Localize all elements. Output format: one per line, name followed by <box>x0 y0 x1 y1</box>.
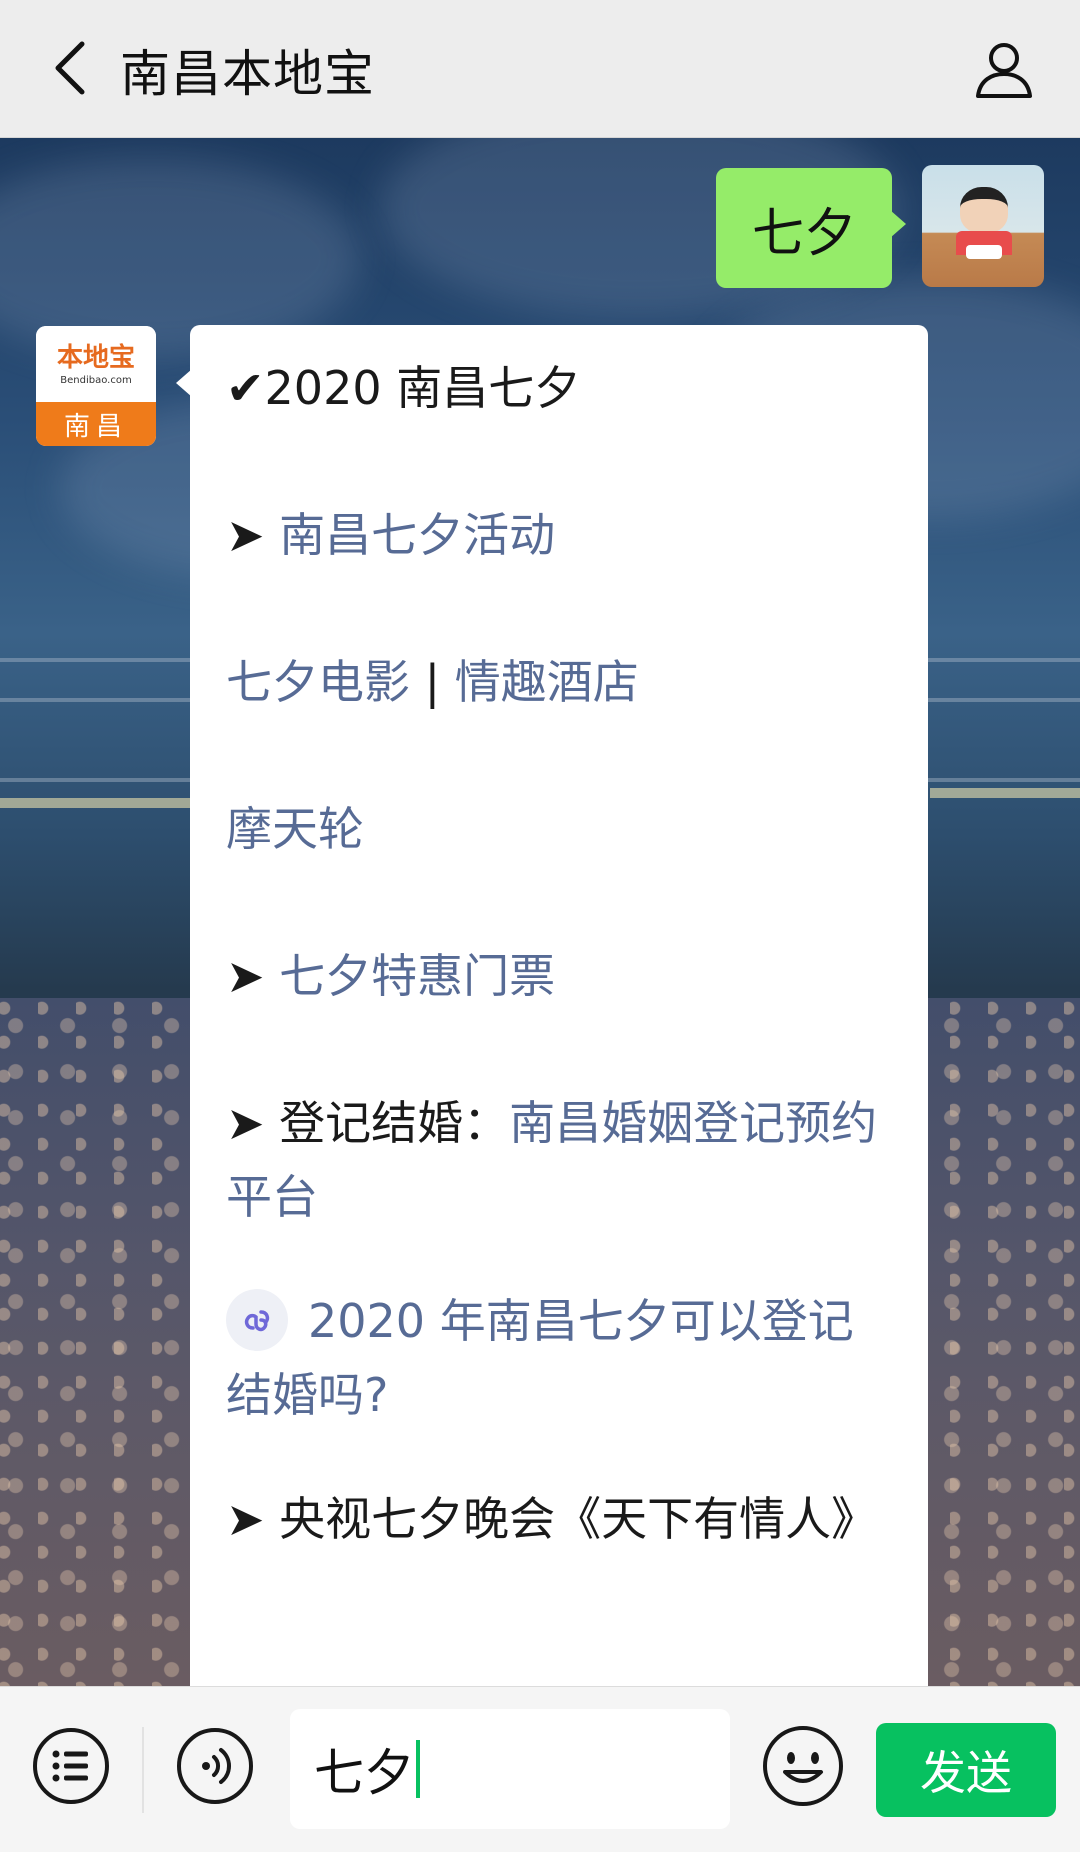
list-item-activities: ➤ 南昌七夕活动 <box>226 498 892 572</box>
text-caret <box>416 1740 420 1798</box>
send-button[interactable]: 发送 <box>876 1723 1056 1817</box>
emoji-button[interactable] <box>758 1721 848 1811</box>
chat-title: 南昌本地宝 <box>120 45 375 103</box>
bot-avatar[interactable]: 本地宝 Bendibao.com 南昌 <box>36 326 156 446</box>
list-item-tickets: ➤ 七夕特惠门票 <box>226 939 892 1013</box>
arrow-icon: ➤ <box>226 508 265 562</box>
list-item-mini-program: 2020 年南昌七夕可以登记结婚吗? <box>226 1284 892 1432</box>
link-activities[interactable]: 南昌七夕活动 <box>279 508 555 562</box>
list-item-marriage: ➤ 登记结婚：南昌婚姻登记预约平台 <box>226 1086 892 1234</box>
back-button[interactable] <box>30 28 110 108</box>
sent-message-text: 七夕 <box>751 203 856 264</box>
mini-program-icon <box>226 1288 288 1351</box>
list-item-cctv: ➤ 央视七夕晚会《天下有情人》 <box>226 1482 892 1556</box>
link-movies[interactable]: 七夕电影 <box>226 655 410 709</box>
marriage-label: 登记结婚： <box>279 1096 510 1150</box>
input-toolbar: 七夕 发送 <box>0 1686 1080 1852</box>
list-item-ferris-wheel: 摩天轮 <box>226 792 892 866</box>
arrow-icon: ➤ <box>226 1492 265 1546</box>
chevron-left-icon <box>55 41 85 95</box>
link-tickets[interactable]: 七夕特惠门票 <box>279 949 555 1003</box>
menu-button[interactable] <box>26 1721 116 1811</box>
person-icon <box>976 43 1032 98</box>
voice-icon <box>177 1728 253 1804</box>
link-ferris-wheel[interactable]: 摩天轮 <box>226 802 364 856</box>
profile-button[interactable] <box>962 28 1046 112</box>
navigation-bar: 南昌本地宝 <box>0 0 1080 138</box>
list-menu-icon <box>33 1728 109 1804</box>
sent-message-bubble[interactable]: 七夕 <box>715 168 907 288</box>
link-hotels[interactable]: 情趣酒店 <box>455 655 639 709</box>
received-message-bubble: ✔2020 南昌七夕 ➤ 南昌七夕活动 七夕电影 | 情趣酒店 摩天轮 ➤ 七夕… <box>176 325 928 1705</box>
link-mini-program-marriage[interactable]: 2020 年南昌七夕可以登记结婚吗? <box>226 1294 854 1422</box>
bendibao-logo: 本地宝 Bendibao.com <box>36 326 156 402</box>
message-input[interactable]: 七夕 <box>290 1709 730 1829</box>
separator: | <box>410 655 455 709</box>
arrow-icon: ➤ <box>226 1096 265 1150</box>
reply-title: ✔2020 南昌七夕 <box>226 361 581 415</box>
voice-button[interactable] <box>170 1721 260 1811</box>
cctv-text: 央视七夕晚会《天下有情人》 <box>279 1492 878 1546</box>
message-input-value: 七夕 <box>314 1744 414 1802</box>
list-item-movies-hotels: 七夕电影 | 情趣酒店 <box>226 645 892 719</box>
smiley-icon <box>763 1726 843 1806</box>
user-avatar[interactable] <box>922 165 1044 287</box>
arrow-icon: ➤ <box>226 949 265 1003</box>
avatar-city-label: 南昌 <box>36 402 156 446</box>
toolbar-divider <box>142 1727 144 1813</box>
